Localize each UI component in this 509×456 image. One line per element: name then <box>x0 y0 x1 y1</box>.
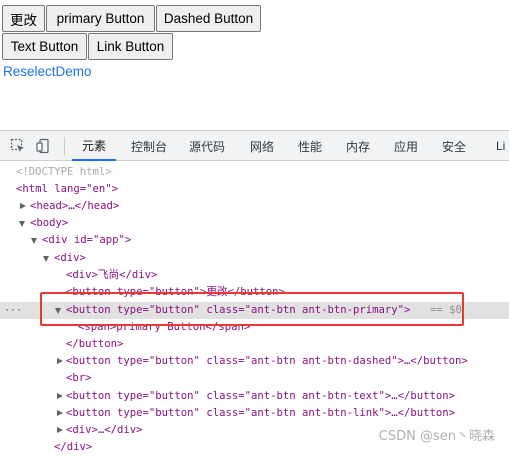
text-button-tag-text: <button type="button" class="ant-btn ant… <box>66 390 456 402</box>
div-open-text: <div> <box>54 252 86 264</box>
change-button[interactable]: 更改 <box>2 5 45 32</box>
br-tag-text: <br> <box>66 372 92 384</box>
tree-row-dashed-button[interactable]: <button type="button" class="ant-btn ant… <box>0 353 509 370</box>
tab-application[interactable]: 应用 <box>394 131 418 161</box>
tree-row-app-div[interactable]: <div id="app"> <box>0 232 509 249</box>
expand-div-icon[interactable] <box>57 427 63 433</box>
collapse-app-icon[interactable] <box>31 238 37 244</box>
devtools-tabbar: 元素 控制台 源代码 网络 性能 内存 应用 安全 Li <box>0 131 509 161</box>
selected-node-marker: == $0 <box>430 304 462 316</box>
expand-link-icon[interactable] <box>57 410 63 416</box>
tab-lighthouse[interactable]: Li <box>496 131 505 161</box>
tree-row-html[interactable]: <html lang="en"> <box>0 181 509 198</box>
html-tag-text: <html lang="en"> <box>16 183 119 195</box>
tab-elements[interactable]: 元素 <box>72 131 117 161</box>
expand-dashed-icon[interactable] <box>57 358 63 364</box>
primary-button[interactable]: primary Button <box>46 5 155 32</box>
expand-head-icon[interactable] <box>20 203 26 209</box>
devtools-panel: 元素 控制台 源代码 网络 性能 内存 应用 安全 Li <!DOCTYPE h… <box>0 130 509 453</box>
tree-row-doctype[interactable]: <!DOCTYPE html> <box>0 164 509 181</box>
tab-memory[interactable]: 内存 <box>346 131 370 161</box>
link-button[interactable]: Link Button <box>88 33 173 60</box>
watermark: CSDN @sen丶晓森 <box>378 429 495 444</box>
body-tag-text: <body> <box>30 217 69 229</box>
tree-row-text-button[interactable]: <button type="button" class="ant-btn ant… <box>0 388 509 405</box>
dashed-button-tag-text: <button type="button" class="ant-btn ant… <box>66 355 468 367</box>
toolbar-divider <box>64 137 65 155</box>
tree-row-br[interactable]: <br> <box>0 370 509 387</box>
inspect-element-icon[interactable] <box>10 138 26 154</box>
change-button-tag-text: <button type="button">更改</button> <box>66 286 285 298</box>
tab-security[interactable]: 安全 <box>442 131 466 161</box>
span-primary-text: <span>primary Button</span> <box>78 321 251 333</box>
text-button[interactable]: Text Button <box>2 33 87 60</box>
tree-row-primary-button[interactable]: ··· <button type="button" class="ant-btn… <box>0 302 509 320</box>
collapse-primary-icon[interactable] <box>55 308 61 314</box>
app-div-text: <div id="app"> <box>42 234 132 246</box>
expand-text-icon[interactable] <box>57 393 63 399</box>
tree-row-button-close[interactable]: </button> <box>0 336 509 353</box>
dashed-button[interactable]: Dashed Button <box>156 5 261 32</box>
more-options-icon[interactable]: ··· <box>4 302 22 319</box>
collapse-div-icon[interactable] <box>43 256 49 262</box>
tab-sources[interactable]: 源代码 <box>189 131 225 161</box>
primary-button-tag-text: <button type="button" class="ant-btn ant… <box>66 304 411 316</box>
tree-row-feishang-div[interactable]: <div>飞尚</div> <box>0 267 509 284</box>
tab-performance[interactable]: 性能 <box>298 131 322 161</box>
doctype-text: <!DOCTYPE html> <box>16 166 112 178</box>
tree-row-link-button[interactable]: <button type="button" class="ant-btn ant… <box>0 405 509 422</box>
button-close-text: </button> <box>66 338 124 350</box>
rendered-page: 更改 primary Button Dashed Button Text But… <box>0 0 509 130</box>
head-tag-text: <head>…</head> <box>30 200 120 212</box>
feishang-div-text: <div>飞尚</div> <box>66 269 158 281</box>
tab-console[interactable]: 控制台 <box>131 131 167 161</box>
tree-row-div[interactable]: <div> <box>0 250 509 267</box>
tree-row-span-primary[interactable]: <span>primary Button</span> <box>0 319 509 336</box>
device-toolbar-icon[interactable] <box>36 138 52 154</box>
div-collapsed-text: <div>…</div> <box>66 424 143 436</box>
reselect-demo-link[interactable]: ReselectDemo <box>3 64 92 79</box>
collapse-body-icon[interactable] <box>19 221 25 227</box>
link-button-tag-text: <button type="button" class="ant-btn ant… <box>66 407 456 419</box>
tree-row-head[interactable]: <head>…</head> <box>0 198 509 215</box>
elements-tree: <!DOCTYPE html> <html lang="en"> <head>…… <box>0 162 509 453</box>
tree-row-change-button[interactable]: <button type="button">更改</button> <box>0 284 509 301</box>
tab-network[interactable]: 网络 <box>250 131 274 161</box>
tree-row-body[interactable]: <body> <box>0 215 509 232</box>
